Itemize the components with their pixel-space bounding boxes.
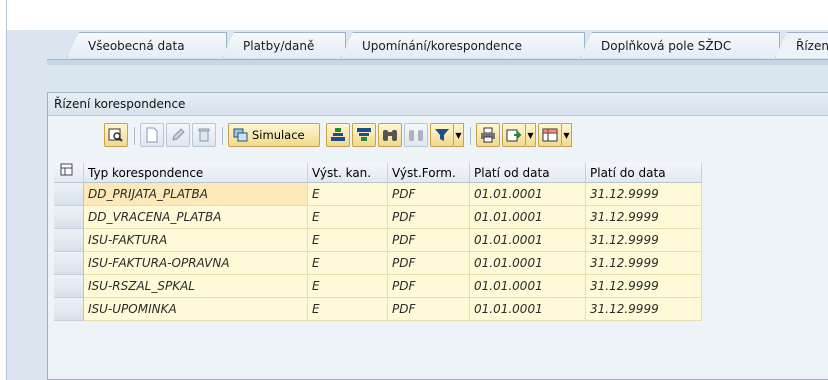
- filter-dropdown[interactable]: ▼: [454, 123, 464, 147]
- cell-plati-od[interactable]: 01.01.0001: [470, 275, 586, 298]
- cell-plati-od[interactable]: 01.01.0001: [470, 229, 586, 252]
- cell-plati-do[interactable]: 31.12.9999: [586, 252, 702, 275]
- row-selector[interactable]: [54, 206, 84, 229]
- layout-dropdown[interactable]: ▼: [562, 123, 572, 147]
- cell-vyst-kan[interactable]: E: [308, 298, 388, 321]
- tab-label: Doplňková pole SŽDC: [601, 39, 732, 53]
- cell-vyst-form[interactable]: PDF: [388, 183, 470, 206]
- cell-typ-korespondence[interactable]: DD_PRIJATA_PLATBA: [84, 183, 308, 206]
- column-header-vyst-kan[interactable]: Výst. kan.: [308, 163, 388, 183]
- details-button[interactable]: [104, 123, 128, 147]
- cell-plati-do[interactable]: 31.12.9999: [586, 275, 702, 298]
- cell-plati-do[interactable]: 31.12.9999: [586, 298, 702, 321]
- row-selector[interactable]: [54, 229, 84, 252]
- details-icon: [108, 128, 123, 142]
- row-selector[interactable]: [54, 275, 84, 298]
- simulace-label: Simulace: [252, 128, 305, 142]
- select-all-cell[interactable]: [54, 163, 84, 183]
- cell-vyst-kan[interactable]: E: [308, 229, 388, 252]
- page-area: Všeobecná data Platby/daně Upomínání/kor…: [7, 0, 828, 380]
- cell-plati-od[interactable]: 01.01.0001: [470, 252, 586, 275]
- tab-doplnkova-pole[interactable]: Doplňková pole SŽDC: [580, 32, 780, 58]
- tab-upominani-korespondence[interactable]: Upomínání/korespondence: [341, 32, 585, 58]
- column-header-vyst-form[interactable]: Výst.Form.: [388, 163, 470, 183]
- tab-underline: [47, 59, 828, 65]
- column-header-typ-korespondence[interactable]: Typ korespondence: [84, 163, 308, 183]
- grid-select-all-icon: [60, 163, 73, 176]
- find-button[interactable]: [378, 123, 402, 147]
- sort-ascending-button[interactable]: [326, 123, 350, 147]
- cell-vyst-kan[interactable]: E: [308, 206, 388, 229]
- toolbar-separator: [222, 127, 223, 145]
- row-selector[interactable]: [54, 183, 84, 206]
- toolbar-separator: [470, 127, 471, 145]
- sort-descending-icon: [357, 128, 371, 141]
- tab-vseobecna-data[interactable]: Všeobecná data: [67, 32, 227, 58]
- row-selector[interactable]: [54, 252, 84, 275]
- edit-button[interactable]: [166, 123, 190, 147]
- find-next-button[interactable]: [404, 123, 428, 147]
- cell-typ-korespondence[interactable]: ISU-RSZAL_SPKAL: [84, 275, 308, 298]
- create-button[interactable]: [140, 123, 164, 147]
- tab-label: Platby/daně: [243, 39, 315, 53]
- cell-plati-do[interactable]: 31.12.9999: [586, 229, 702, 252]
- tab-rizeni[interactable]: Řízení: [775, 32, 828, 58]
- header-blank: [7, 0, 828, 30]
- cell-typ-korespondence[interactable]: DD_VRACENA_PLATBA: [84, 206, 308, 229]
- binoculars-icon: [383, 130, 397, 141]
- printer-icon: [481, 127, 495, 143]
- tab-label: Řízení: [796, 39, 828, 53]
- filter-button[interactable]: [430, 123, 454, 147]
- group-title: Řízení korespondence: [48, 93, 828, 116]
- toolbar-separator: [134, 127, 135, 145]
- cell-vyst-kan[interactable]: E: [308, 183, 388, 206]
- layout-button[interactable]: [538, 123, 562, 147]
- pencil-icon: [172, 128, 185, 141]
- tab-platby-dane[interactable]: Platby/daně: [222, 32, 346, 58]
- cell-plati-od[interactable]: 01.01.0001: [470, 206, 586, 229]
- window-left-border: [0, 0, 7, 380]
- simulation-icon: [233, 128, 248, 142]
- cell-plati-od[interactable]: 01.01.0001: [470, 183, 586, 206]
- sort-descending-button[interactable]: [352, 123, 376, 147]
- cell-typ-korespondence[interactable]: ISU-UPOMINKA: [84, 298, 308, 321]
- cell-vyst-form[interactable]: PDF: [388, 252, 470, 275]
- row-selector[interactable]: [54, 298, 84, 321]
- cell-plati-od[interactable]: 01.01.0001: [470, 298, 586, 321]
- simulace-button[interactable]: Simulace: [228, 123, 320, 147]
- cell-plati-do[interactable]: 31.12.9999: [586, 206, 702, 229]
- new-document-icon: [146, 127, 158, 143]
- sort-ascending-icon: [331, 128, 345, 141]
- export-dropdown[interactable]: ▼: [526, 123, 536, 147]
- cell-vyst-form[interactable]: PDF: [388, 206, 470, 229]
- tab-label: Všeobecná data: [88, 39, 185, 53]
- cell-vyst-kan[interactable]: E: [308, 275, 388, 298]
- cell-vyst-kan[interactable]: E: [308, 252, 388, 275]
- table-layout-icon: [542, 128, 558, 142]
- cell-plati-do[interactable]: 31.12.9999: [586, 183, 702, 206]
- trash-icon: [198, 128, 210, 142]
- tabstrip: Všeobecná data Platby/daně Upomínání/kor…: [67, 32, 828, 60]
- binoculars-next-icon: [409, 130, 423, 141]
- cell-vyst-form[interactable]: PDF: [388, 229, 470, 252]
- cell-typ-korespondence[interactable]: ISU-FAKTURA: [84, 229, 308, 252]
- export-button[interactable]: [502, 123, 526, 147]
- column-header-plati-od[interactable]: Platí od data: [470, 163, 586, 183]
- cell-typ-korespondence[interactable]: ISU-FAKTURA-OPRAVNA: [84, 252, 308, 275]
- export-icon: [506, 129, 522, 142]
- tab-label: Upomínání/korespondence: [362, 39, 523, 53]
- group-rizeni-korespondence: Řízení korespondence Simulace ▼ ▼ ▼ Typ …: [47, 92, 828, 380]
- print-button[interactable]: [476, 123, 500, 147]
- delete-button[interactable]: [192, 123, 216, 147]
- filter-icon: [435, 129, 449, 141]
- cell-vyst-form[interactable]: PDF: [388, 275, 470, 298]
- cell-vyst-form[interactable]: PDF: [388, 298, 470, 321]
- column-header-plati-do[interactable]: Platí do data: [586, 163, 702, 183]
